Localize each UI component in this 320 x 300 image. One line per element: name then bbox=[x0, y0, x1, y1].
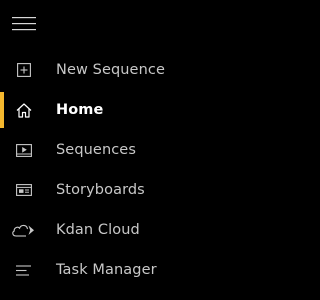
plus-square-icon bbox=[0, 50, 48, 90]
nav-item-label: Task Manager bbox=[56, 262, 157, 278]
nav-item-sequences[interactable]: Sequences bbox=[0, 130, 257, 170]
nav-item-home[interactable]: Home bbox=[0, 90, 257, 130]
play-frame-icon bbox=[0, 130, 48, 170]
selection-indicator bbox=[0, 212, 4, 248]
selection-indicator bbox=[0, 92, 4, 128]
nav-item-label: Storyboards bbox=[56, 182, 145, 198]
selection-indicator bbox=[0, 132, 4, 168]
selection-indicator bbox=[0, 172, 4, 208]
task-list-icon bbox=[0, 250, 48, 290]
hamburger-menu-icon bbox=[12, 17, 36, 31]
nav-item-kdan-cloud[interactable]: Kdan Cloud bbox=[0, 210, 257, 250]
nav-item-label: Sequences bbox=[56, 142, 136, 158]
nav-item-new-sequence[interactable]: New Sequence bbox=[0, 50, 257, 90]
navigation-pane: New Sequence Home Sequences Storyboards … bbox=[0, 0, 257, 300]
nav-item-storyboards[interactable]: Storyboards bbox=[0, 170, 257, 210]
nav-item-label: Kdan Cloud bbox=[56, 222, 140, 238]
selection-indicator bbox=[0, 52, 4, 88]
cloud-icon bbox=[0, 210, 48, 250]
hamburger-menu-button[interactable] bbox=[0, 0, 48, 48]
nav-item-task-manager[interactable]: Task Manager bbox=[0, 250, 257, 290]
selection-indicator bbox=[0, 252, 4, 288]
home-icon bbox=[0, 90, 48, 130]
nav-list: New Sequence Home Sequences Storyboards … bbox=[0, 50, 257, 290]
nav-item-label: New Sequence bbox=[56, 62, 165, 78]
nav-item-label: Home bbox=[56, 102, 104, 118]
storyboard-icon bbox=[0, 170, 48, 210]
